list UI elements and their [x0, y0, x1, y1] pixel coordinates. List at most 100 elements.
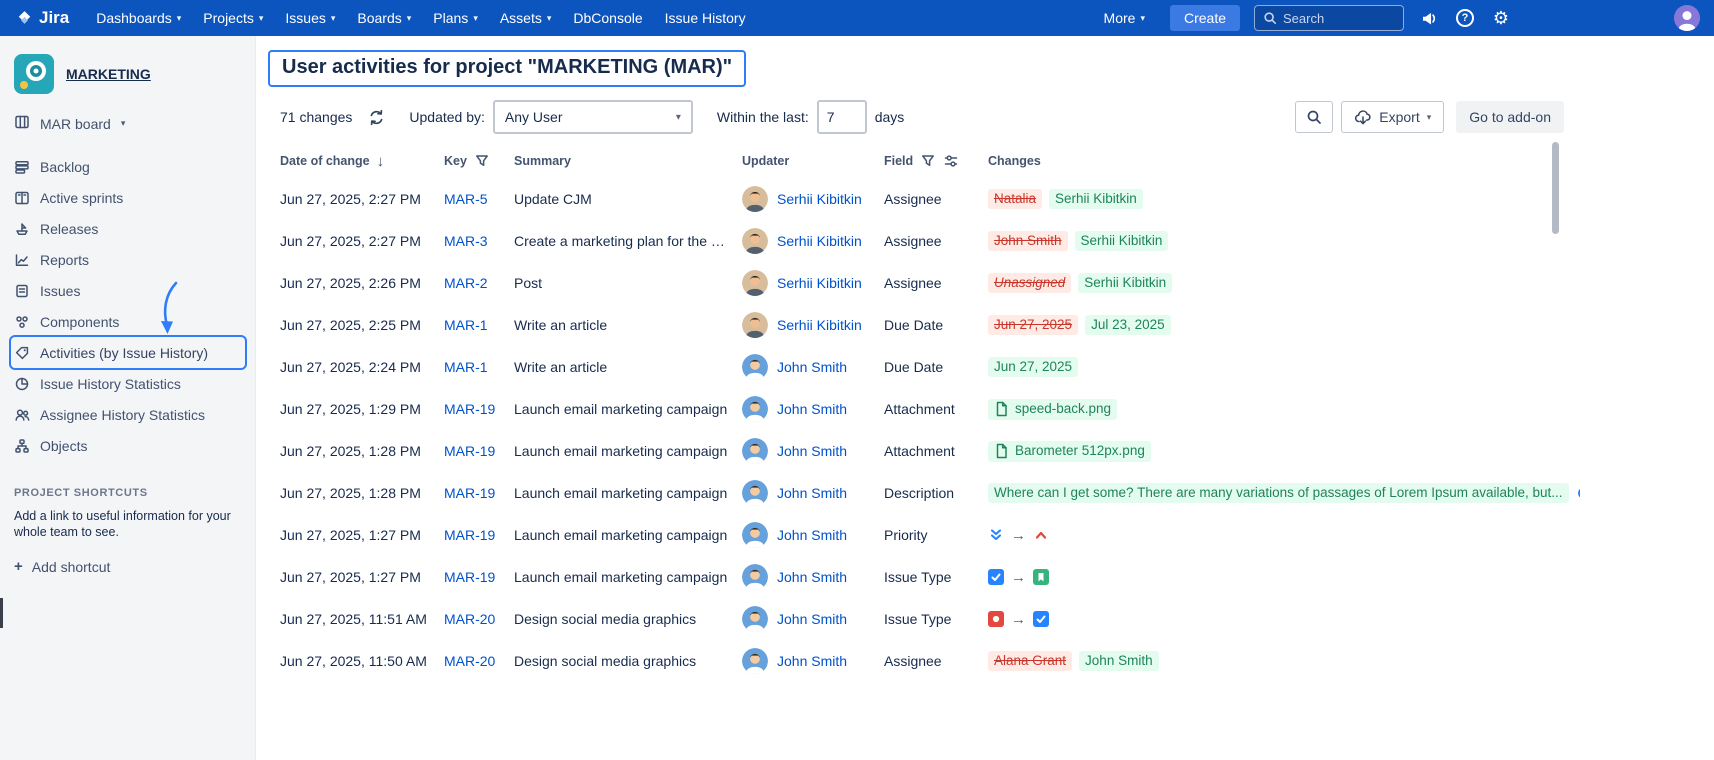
- updater-link[interactable]: John Smith: [777, 653, 847, 669]
- updated-by-select[interactable]: Any User ▾: [493, 100, 693, 134]
- column-header-updater: Updater: [742, 154, 884, 168]
- cell-field: Issue Type: [884, 611, 988, 627]
- nav-item-plans[interactable]: Plans▾: [422, 0, 489, 36]
- nav-item-issues[interactable]: Issues▾: [274, 0, 346, 36]
- sidebar-item-activities-by-issue-history[interactable]: Activities (by Issue History): [0, 337, 255, 368]
- help-icon[interactable]: ?: [1454, 7, 1476, 29]
- cell-field: Attachment: [884, 443, 988, 459]
- updater-avatar: [742, 186, 768, 212]
- chevron-down-icon: ▾: [121, 118, 126, 129]
- nav-search[interactable]: [1254, 5, 1404, 31]
- sort-desc-icon[interactable]: ↓: [377, 153, 385, 170]
- cell-key: MAR-19: [444, 569, 514, 585]
- sidebar-item-assignee-history-statistics[interactable]: Assignee History Statistics: [0, 399, 255, 430]
- cell-key: MAR-2: [444, 275, 514, 291]
- window-edge-artifact: [0, 598, 3, 628]
- feedback-megaphone-icon[interactable]: [1418, 7, 1440, 29]
- updater-link[interactable]: Serhii Kibitkin: [777, 233, 862, 249]
- removed-value: Jun 27, 2025: [988, 315, 1078, 335]
- removed-value: John Smith: [988, 231, 1068, 251]
- updater-link[interactable]: Serhii Kibitkin: [777, 275, 862, 291]
- nav-item-boards[interactable]: Boards▾: [346, 0, 422, 36]
- nav-item-dashboards[interactable]: Dashboards▾: [85, 0, 192, 36]
- settings-gear-icon[interactable]: ⚙: [1490, 7, 1512, 29]
- sidebar-item-objects[interactable]: Objects: [0, 430, 255, 461]
- backlog-icon: [14, 159, 30, 175]
- sidebar-item-backlog[interactable]: Backlog: [0, 151, 255, 182]
- updater-link[interactable]: John Smith: [777, 443, 847, 459]
- added-value: Jun 27, 2025: [988, 357, 1078, 377]
- days-input[interactable]: [817, 100, 867, 134]
- nav-item-dbconsole[interactable]: DbConsole: [562, 0, 653, 36]
- nav-item-issue-history[interactable]: Issue History: [654, 0, 757, 36]
- issue-key-link[interactable]: MAR-5: [444, 191, 488, 207]
- table-row: Jun 27, 2025, 2:27 PMMAR-3Create a marke…: [280, 220, 1580, 262]
- revert-icon[interactable]: [1576, 485, 1580, 501]
- sidebar-item-issue-history-statistics[interactable]: Issue History Statistics: [0, 368, 255, 399]
- updater-link[interactable]: John Smith: [777, 527, 847, 543]
- issue-key-link[interactable]: MAR-19: [444, 443, 495, 459]
- table-row: Jun 27, 2025, 1:29 PMMAR-19Launch email …: [280, 388, 1580, 430]
- updater-link[interactable]: John Smith: [777, 401, 847, 417]
- updated-by-label: Updated by:: [409, 109, 485, 125]
- issue-key-link[interactable]: MAR-20: [444, 611, 495, 627]
- updater-link[interactable]: John Smith: [777, 611, 847, 627]
- updater-link[interactable]: Serhii Kibitkin: [777, 191, 862, 207]
- go-to-addon-button[interactable]: Go to add-on: [1456, 101, 1564, 133]
- nav-item-more[interactable]: More ▾: [1093, 0, 1156, 36]
- scrollbar[interactable]: [1552, 142, 1559, 746]
- issue-key-link[interactable]: MAR-19: [444, 401, 495, 417]
- updater-link[interactable]: John Smith: [777, 359, 847, 375]
- jira-logo[interactable]: Jira: [16, 8, 69, 28]
- nav-item-label: DbConsole: [573, 10, 642, 26]
- issue-key-link[interactable]: MAR-20: [444, 653, 495, 669]
- sidebar-item-mar-board[interactable]: MAR board ▾: [0, 108, 255, 139]
- sidebar-item-active-sprints[interactable]: Active sprints: [0, 182, 255, 213]
- project-avatar: [14, 54, 54, 94]
- updater-link[interactable]: Serhii Kibitkin: [777, 317, 862, 333]
- issue-key-link[interactable]: MAR-19: [444, 485, 495, 501]
- search-button[interactable]: [1295, 101, 1333, 133]
- sliders-icon[interactable]: [943, 153, 959, 169]
- type-bug-icon: [988, 611, 1004, 627]
- search-icon: [1263, 11, 1277, 25]
- cell-changes: Alana GrantJohn Smith: [988, 651, 1580, 671]
- sidebar-item-reports[interactable]: Reports: [0, 244, 255, 275]
- add-shortcut-button[interactable]: + Add shortcut: [14, 558, 241, 575]
- issue-key-link[interactable]: MAR-2: [444, 275, 488, 291]
- project-name-link[interactable]: MARKETING: [66, 66, 151, 82]
- user-avatar[interactable]: [1674, 5, 1700, 31]
- export-button[interactable]: Export ▾: [1341, 101, 1444, 133]
- issue-key-link[interactable]: MAR-3: [444, 233, 488, 249]
- chevron-down-icon: ▾: [473, 13, 478, 24]
- top-nav: Jira Dashboards▾Projects▾Issues▾Boards▾P…: [0, 0, 1714, 36]
- search-input[interactable]: [1283, 11, 1395, 26]
- sidebar-item-issues[interactable]: Issues: [0, 275, 255, 306]
- nav-more-label: More: [1104, 10, 1136, 26]
- cell-field: Assignee: [884, 275, 988, 291]
- sidebar-item-releases[interactable]: Releases: [0, 213, 255, 244]
- column-header-key: Key: [444, 153, 514, 169]
- issue-key-link[interactable]: MAR-19: [444, 527, 495, 543]
- scrollbar-thumb[interactable]: [1552, 142, 1559, 234]
- nav-item-assets[interactable]: Assets▾: [489, 0, 563, 36]
- cell-key: MAR-19: [444, 485, 514, 501]
- table-row: Jun 27, 2025, 2:24 PMMAR-1Write an artic…: [280, 346, 1580, 388]
- updater-link[interactable]: John Smith: [777, 485, 847, 501]
- cell-date: Jun 27, 2025, 1:27 PM: [280, 527, 444, 543]
- filter-icon[interactable]: [474, 153, 490, 169]
- refresh-icon[interactable]: [368, 109, 385, 126]
- filter-icon[interactable]: [920, 153, 936, 169]
- sidebar-item-label: Assignee History Statistics: [40, 407, 205, 423]
- issue-key-link[interactable]: MAR-1: [444, 359, 488, 375]
- table-row: Jun 27, 2025, 11:51 AMMAR-20Design socia…: [280, 598, 1580, 640]
- nav-item-label: Assets: [500, 10, 542, 26]
- issue-key-link[interactable]: MAR-19: [444, 569, 495, 585]
- sidebar-item-components[interactable]: Components: [0, 306, 255, 337]
- issue-key-link[interactable]: MAR-1: [444, 317, 488, 333]
- cell-changes: Jun 27, 2025Jul 23, 2025: [988, 315, 1580, 335]
- nav-item-projects[interactable]: Projects▾: [192, 0, 274, 36]
- create-button[interactable]: Create: [1170, 5, 1240, 31]
- updater-link[interactable]: John Smith: [777, 569, 847, 585]
- cell-date: Jun 27, 2025, 2:24 PM: [280, 359, 444, 375]
